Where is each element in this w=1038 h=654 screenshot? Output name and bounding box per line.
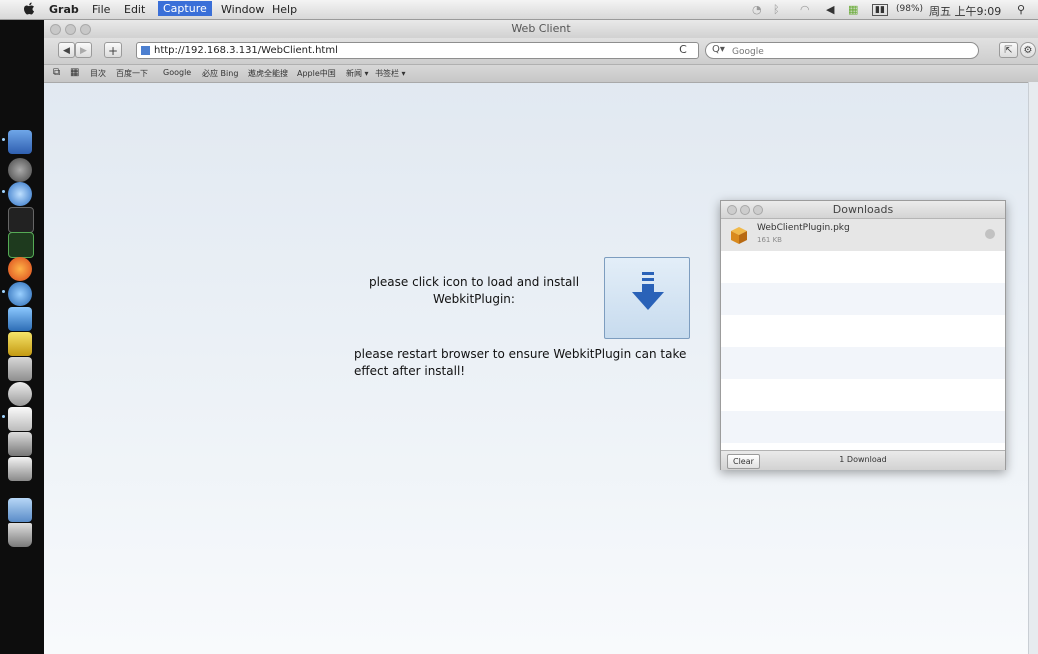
menu-clock[interactable]: 周五 上午9:09 xyxy=(929,3,1001,19)
preview-icon[interactable] xyxy=(8,357,32,381)
download-arrow-icon xyxy=(632,272,664,310)
bookmark-item[interactable]: 百度一下 xyxy=(116,68,148,79)
package-icon xyxy=(731,227,747,244)
window-titlebar: Web Client xyxy=(44,20,1038,39)
activity-monitor-icon[interactable] xyxy=(8,232,34,258)
volume-icon[interactable]: ◀ xyxy=(826,3,834,16)
transmit-icon[interactable] xyxy=(8,332,32,356)
page-content: please click icon to load and install We… xyxy=(44,83,1038,654)
add-bookmark-button[interactable]: + xyxy=(104,42,122,58)
grab-icon[interactable] xyxy=(8,407,32,431)
download-size: 161 KB xyxy=(757,236,782,244)
list-stripe xyxy=(721,411,1005,443)
reading-list-icon[interactable]: ⧉ xyxy=(53,67,60,78)
menu-bar: Grab File Edit Capture Window Help ◔ ᛒ ◠… xyxy=(0,0,1038,20)
firefox-icon[interactable] xyxy=(8,257,32,281)
menu-window[interactable]: Window xyxy=(221,3,264,16)
dock xyxy=(0,20,44,654)
list-stripe xyxy=(721,283,1005,315)
settings-gear-icon[interactable]: ⚙ xyxy=(1020,42,1036,58)
downloads-titlebar: Downloads xyxy=(721,201,1005,219)
back-button[interactable]: ◀ xyxy=(58,42,75,58)
terminal-icon[interactable] xyxy=(8,207,34,233)
applications-folder-icon[interactable] xyxy=(8,498,32,522)
install-plugin-button[interactable] xyxy=(604,257,690,339)
bookmark-menu-item[interactable]: 书签栏 ▾ xyxy=(375,68,406,79)
xcode-icon[interactable] xyxy=(8,307,32,331)
keychain-icon[interactable] xyxy=(8,382,32,406)
dock-running-indicator xyxy=(2,415,5,418)
bookmark-menu-item[interactable]: 新闻 ▾ xyxy=(346,68,369,79)
menu-capture[interactable]: Capture xyxy=(158,1,212,16)
battery-percent: (98%) xyxy=(896,4,924,14)
menu-grab[interactable]: Grab xyxy=(49,3,79,16)
trash-icon[interactable] xyxy=(8,523,32,547)
search-input[interactable] xyxy=(730,44,974,59)
forward-button[interactable]: ▶ xyxy=(75,42,92,58)
reload-button[interactable]: C xyxy=(676,43,690,57)
bluetooth-icon[interactable]: ᛒ xyxy=(773,3,780,16)
menu-edit[interactable]: Edit xyxy=(124,3,145,16)
menu-file[interactable]: File xyxy=(92,3,110,16)
spotlight-icon[interactable]: ⚲ xyxy=(1017,3,1025,16)
page-scrollbar[interactable] xyxy=(1028,82,1038,654)
address-url[interactable]: http://192.168.3.131/WebClient.html xyxy=(154,45,338,56)
bookmark-item[interactable]: 目次 xyxy=(90,68,106,79)
downloads-list: WebClientPlugin.pkg 161 KB xyxy=(721,219,1005,450)
time-machine-icon[interactable]: ◔ xyxy=(752,3,762,16)
dock-running-indicator xyxy=(2,190,5,193)
reveal-in-finder-icon[interactable] xyxy=(985,229,995,239)
input-menu-icon[interactable]: ▦ xyxy=(848,3,858,16)
bookmark-item[interactable]: 必应 Bing xyxy=(202,68,238,79)
bookmark-item[interactable]: 遨虎全能搜 xyxy=(248,68,288,79)
dashboard-icon[interactable] xyxy=(8,158,32,182)
browser-window: Web Client ◀ ▶ + http://192.168.3.131/We… xyxy=(44,20,1038,654)
finder-icon[interactable] xyxy=(8,130,32,154)
chrome-icon[interactable] xyxy=(8,282,32,306)
wifi-icon[interactable]: ◠ xyxy=(800,3,810,16)
download-item[interactable]: WebClientPlugin.pkg 161 KB xyxy=(721,219,1005,251)
dock-running-indicator xyxy=(2,138,5,141)
address-bar[interactable]: http://192.168.3.131/WebClient.html xyxy=(136,42,699,59)
install-message: please click icon to load and install We… xyxy=(368,275,580,306)
menu-help[interactable]: Help xyxy=(272,3,297,16)
apple-menu-icon[interactable] xyxy=(22,1,36,17)
site-favicon-icon xyxy=(141,46,150,55)
window-title: Web Client xyxy=(511,22,571,35)
top-sites-icon[interactable]: ▦ xyxy=(70,67,79,78)
script-editor-icon[interactable] xyxy=(8,457,32,481)
share-button[interactable]: ⇱ xyxy=(999,42,1018,58)
list-stripe xyxy=(721,347,1005,379)
browser-toolbar: ◀ ▶ + http://192.168.3.131/WebClient.htm… xyxy=(44,38,1038,65)
calendar-icon[interactable] xyxy=(8,432,32,456)
downloads-footer: Clear 1 Download xyxy=(721,450,1005,470)
search-field[interactable]: Q▾ xyxy=(705,42,979,59)
bookmarks-bar: ⧉ ▦ 目次 百度一下 Google 必应 Bing 遨虎全能搜 Apple中国… xyxy=(44,65,1038,83)
battery-icon[interactable]: ▮▮ xyxy=(872,4,888,16)
downloads-title: Downloads xyxy=(832,203,894,216)
restart-message: please restart browser to ensure WebkitP… xyxy=(354,347,687,378)
download-count: 1 Download xyxy=(839,455,887,464)
dock-running-indicator xyxy=(2,290,5,293)
bookmark-item[interactable]: Google xyxy=(163,68,191,77)
download-filename: WebClientPlugin.pkg xyxy=(757,223,850,233)
downloads-panel: Downloads WebClientPlugin.pkg 161 KB Cle… xyxy=(720,200,1006,470)
bookmark-item[interactable]: Apple中国 xyxy=(297,68,336,79)
safari-icon[interactable] xyxy=(8,182,32,206)
search-engine-icon[interactable]: Q▾ xyxy=(712,44,725,55)
